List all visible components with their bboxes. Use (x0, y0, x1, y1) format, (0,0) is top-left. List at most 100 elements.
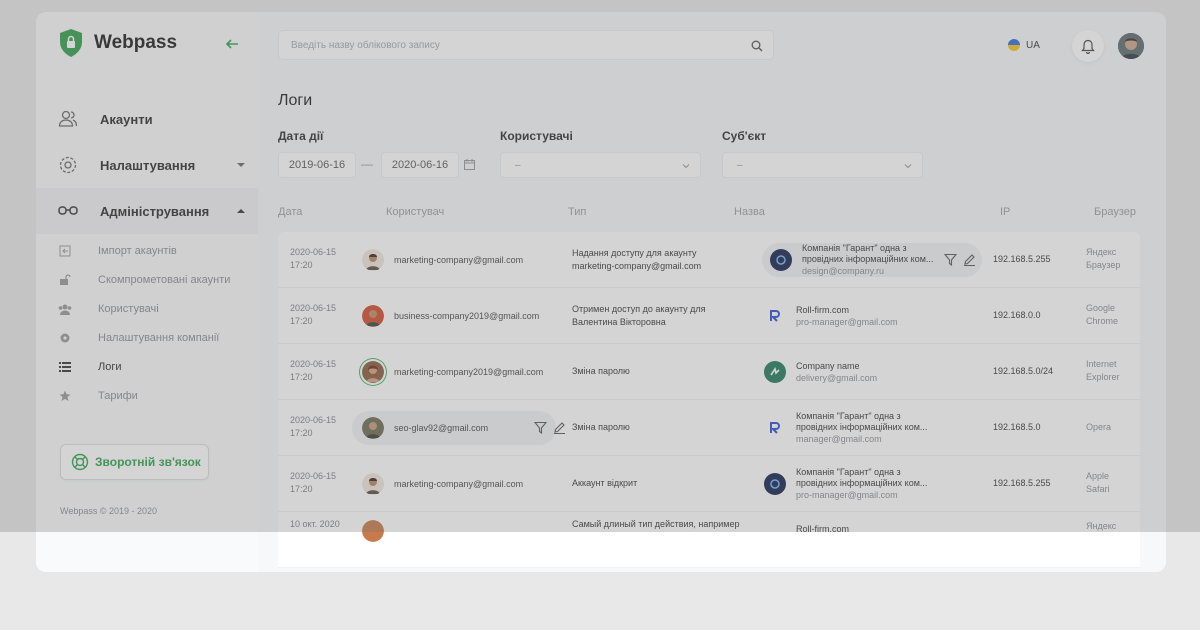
browser-text: Яндекс (1086, 521, 1117, 531)
table-row[interactable]: 2020-06-15 17:20 marketing-company@gmail.… (278, 232, 1140, 288)
column-header-ip[interactable]: IP (1000, 206, 1010, 218)
type-text: Надання доступу для акаунту (572, 248, 697, 258)
sub-item-users[interactable]: Користувачі (36, 294, 258, 323)
star-icon (58, 389, 72, 403)
filter-icon[interactable] (944, 253, 957, 266)
row-actions (534, 421, 566, 434)
subject-name: Компанія "Гарант" одна з (796, 467, 901, 477)
company-logo (764, 417, 786, 439)
time-text: 17:20 (290, 260, 313, 270)
user-avatar (362, 417, 384, 439)
main-nav: Акаунти Налаштування Адміністрування (36, 96, 258, 234)
type-text: Отримен доступ до акаунту для (572, 304, 706, 314)
date-cell: 2020-06-15 17:20 (290, 470, 336, 496)
user-cell: seo-glav92@gmail.com (352, 411, 556, 445)
table-row[interactable]: 2020-06-15 17:20 seo-glav92@gmail.com Змі… (278, 400, 1140, 456)
type-cell: Аккаунт відкрит (572, 477, 752, 490)
filter-icon[interactable] (534, 421, 547, 434)
column-header-user[interactable]: Користувач (386, 206, 444, 218)
sub-item-tariffs[interactable]: Тарифи (36, 381, 258, 410)
subject-cell: Roll-firm.com (764, 512, 984, 546)
sub-label: Користувачі (98, 302, 159, 315)
user-email: business-company2019@gmail.com (394, 310, 540, 321)
ip-cell: 192.168.0.0 (993, 310, 1041, 320)
user-cell: business-company2019@gmail.com (362, 299, 539, 333)
table-row[interactable]: 2020-06-15 17:20 marketing-company@gmail.… (278, 456, 1140, 512)
nav-item-accounts[interactable]: Акаунти (36, 96, 258, 142)
import-icon (58, 244, 72, 258)
browser-text: Яндекс (1086, 247, 1117, 257)
nav-item-administration[interactable]: Адміністрування (36, 188, 258, 234)
subject-name: Roll-firm.com (796, 304, 849, 315)
date-text: 2020-06-15 (290, 247, 337, 257)
browser-text: Google (1086, 303, 1116, 313)
arrow-left-icon[interactable] (224, 36, 240, 52)
table-row[interactable]: 2020-06-15 17:20 marketing-company2019@gm… (278, 344, 1140, 400)
search-icon[interactable] (751, 40, 763, 52)
date-cell: 2020-06-15 17:20 (290, 302, 336, 328)
type-text: Аккаунт відкрит (572, 478, 638, 488)
user-cell: marketing-company@gmail.com (362, 467, 523, 501)
cog-icon (58, 331, 72, 345)
shield-icon (60, 29, 82, 57)
avatar[interactable] (1118, 33, 1144, 59)
type-text: Зміна паролю (572, 422, 630, 432)
sub-item-import[interactable]: Імпорт акаунтів (36, 236, 258, 265)
unlock-icon (58, 273, 72, 287)
table-row[interactable]: 10 окт. 2020 Самый длиный тип действия, … (278, 512, 1140, 568)
sub-label: Тарифи (98, 389, 138, 402)
app-window: Webpass Акаунти Налаштування Адмініструв… (36, 12, 1166, 572)
browser-text-2: Safari (1086, 484, 1110, 494)
users-select-value: – (515, 160, 521, 171)
sub-nav: Імпорт акаунтів Скомпрометовані акаунти … (36, 236, 258, 410)
feedback-button[interactable]: Зворотній зв'язок (60, 444, 209, 480)
logs-table: 2020-06-15 17:20 marketing-company@gmail.… (278, 232, 1140, 568)
search-input[interactable] (279, 31, 773, 59)
sub-item-compromised[interactable]: Скомпрометовані акаунти (36, 265, 258, 294)
language-switcher[interactable]: UA (1008, 39, 1040, 51)
date-from-input[interactable]: 2019-06-16 (278, 152, 356, 178)
nav-label: Адміністрування (100, 203, 210, 219)
sub-item-logs[interactable]: Логи (36, 352, 258, 381)
logo[interactable]: Webpass (58, 28, 177, 58)
users-select[interactable]: – (500, 152, 701, 178)
nav-item-settings[interactable]: Налаштування (36, 142, 258, 188)
chevron-up-icon (237, 209, 245, 213)
column-header-browser[interactable]: Браузер (1094, 206, 1136, 218)
user-avatar (362, 361, 384, 383)
date-cell: 2020-06-15 17:20 (290, 414, 336, 440)
date-to-input[interactable]: 2020-06-16 (381, 152, 459, 178)
column-header-name[interactable]: Назва (734, 206, 765, 218)
user-avatar (362, 249, 384, 271)
brand-name: Webpass (94, 32, 178, 53)
type-cell: Отримен доступ до акаунту для Валентина В… (572, 303, 752, 329)
edit-icon[interactable] (963, 253, 976, 266)
notifications-button[interactable] (1072, 30, 1104, 62)
column-header-date[interactable]: Дата (278, 206, 302, 218)
type-text: Зміна паролю (572, 366, 630, 376)
avatar-photo (1118, 33, 1144, 59)
date-cell: 2020-06-15 17:20 (290, 358, 336, 384)
table-row[interactable]: 2020-06-15 17:20 business-company2019@gma… (278, 288, 1140, 344)
subject-name-2: провідних інформаційних ком... (796, 478, 928, 488)
time-text: 17:20 (290, 484, 313, 494)
subject-cell: Company name delivery@gmail.com (764, 355, 984, 389)
subject-select[interactable]: – (722, 152, 923, 178)
browser-cell: Google Chrome (1086, 302, 1136, 328)
date-text: 2020-06-15 (290, 303, 337, 313)
ip-cell: 192.168.5.255 (993, 478, 1051, 488)
type-cell: Самый длиный тип действия, например (572, 518, 752, 531)
browser-text-2: Explorer (1086, 372, 1120, 382)
date-text: 2020-06-15 (290, 415, 337, 425)
sub-item-company-settings[interactable]: Налаштування компанії (36, 323, 258, 352)
calendar-icon[interactable] (464, 159, 475, 170)
browser-text: Internet (1086, 359, 1117, 369)
list-icon (58, 360, 72, 374)
column-header-type[interactable]: Тип (568, 206, 586, 218)
user-cell (362, 514, 394, 548)
bell-icon (1081, 39, 1095, 54)
subject-email: pro-manager@gmail.com (796, 490, 898, 500)
nav-label: Акаунти (100, 111, 153, 127)
date-filter-label: Дата дії (278, 129, 324, 143)
edit-icon[interactable] (553, 421, 566, 434)
